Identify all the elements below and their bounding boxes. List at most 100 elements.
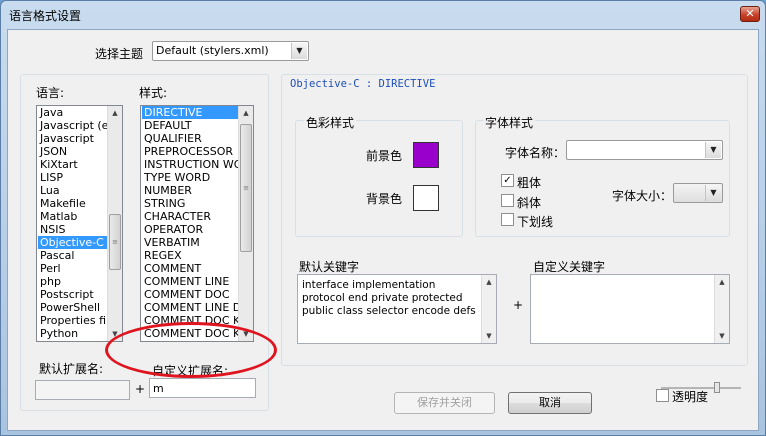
font-name-select[interactable]: ▼ bbox=[566, 140, 723, 160]
language-scroll-thumb[interactable]: ≡ bbox=[109, 214, 121, 270]
style-list-item[interactable]: COMMENT LINE DC bbox=[142, 301, 238, 314]
underline-checkbox[interactable] bbox=[501, 213, 514, 226]
style-list-item[interactable]: REGEX bbox=[142, 249, 238, 262]
user-keywords-box[interactable]: ▲ ▼ bbox=[530, 274, 730, 344]
default-keywords-box[interactable]: interface implementation protocol end pr… bbox=[297, 274, 497, 344]
language-list-item[interactable]: Javascript bbox=[38, 132, 107, 145]
language-list-item[interactable]: Javascript (em bbox=[38, 119, 107, 132]
style-label: 样式: bbox=[139, 86, 168, 100]
language-list-item[interactable]: JSON bbox=[38, 145, 107, 158]
style-list[interactable]: DIRECTIVE DEFAULT QUALIFIER PREPROCESSOR INS… bbox=[140, 105, 254, 342]
transparency-slider-track[interactable] bbox=[661, 387, 741, 389]
italic-label: 斜体 bbox=[517, 196, 542, 210]
style-scroll-thumb[interactable]: ≡ bbox=[240, 124, 252, 252]
scroll-down-icon[interactable]: ▼ bbox=[715, 329, 729, 343]
style-list-item[interactable]: DEFAULT bbox=[142, 119, 238, 132]
scroll-up-icon[interactable]: ▲ bbox=[482, 275, 496, 289]
foreground-color-swatch[interactable] bbox=[413, 142, 439, 168]
dialog-window: 语言格式设置 ✕ 选择主题 Default (stylers.xml) ▼ 语言… bbox=[0, 0, 766, 436]
style-list-item[interactable]: NUMBER bbox=[142, 184, 238, 197]
language-list[interactable]: JavaJavascript (emJavascriptJSONKiXtartL… bbox=[36, 105, 123, 342]
language-list-item[interactable]: Makefile bbox=[38, 197, 107, 210]
theme-select[interactable]: Default (stylers.xml) ▼ bbox=[152, 41, 309, 61]
default-keywords-label: 默认关键字 bbox=[299, 260, 360, 274]
font-size-select[interactable]: ▼ bbox=[673, 183, 723, 203]
style-list-item[interactable]: STRING bbox=[142, 197, 238, 210]
foreground-label: 前景色 bbox=[366, 149, 403, 163]
scroll-up-icon[interactable]: ▲ bbox=[715, 275, 729, 289]
user-keywords-scrollbar[interactable]: ▲ ▼ bbox=[714, 275, 729, 343]
font-name-label: 字体名称： bbox=[505, 146, 566, 160]
panel-title: Objective-C : DIRECTIVE bbox=[290, 78, 436, 90]
scroll-up-icon[interactable]: ▲ bbox=[108, 106, 122, 120]
window-title: 语言格式设置 bbox=[9, 9, 82, 23]
transparency-label: 透明度 bbox=[672, 390, 709, 404]
grip-icon: ≡ bbox=[112, 238, 118, 246]
style-list-item[interactable]: CHARACTER bbox=[142, 210, 238, 223]
theme-select-value: Default (stylers.xml) bbox=[156, 44, 269, 57]
grip-icon: ≡ bbox=[243, 184, 249, 192]
keywords-plus-sign: + bbox=[513, 298, 524, 312]
cancel-button[interactable]: 取消 bbox=[508, 392, 592, 414]
underline-label: 下划线 bbox=[517, 215, 554, 229]
style-list-item[interactable]: DIRECTIVE bbox=[142, 106, 238, 119]
style-list-item[interactable]: VERBATIM bbox=[142, 236, 238, 249]
language-label: 语言: bbox=[36, 86, 65, 100]
language-list-item[interactable]: Matlab bbox=[38, 210, 107, 223]
user-ext-input[interactable]: m bbox=[149, 378, 256, 398]
theme-label: 选择主题 bbox=[95, 47, 144, 61]
transparency-checkbox[interactable] bbox=[656, 389, 669, 402]
language-list-item[interactable]: KiXtart bbox=[38, 158, 107, 171]
user-ext-value: m bbox=[153, 382, 164, 395]
style-list-item[interactable]: PREPROCESSOR bbox=[142, 145, 238, 158]
bold-label: 粗体 bbox=[517, 176, 542, 190]
language-list-item[interactable]: Lua bbox=[38, 184, 107, 197]
default-keywords-scrollbar[interactable]: ▲ ▼ bbox=[481, 275, 496, 343]
language-list-item[interactable]: PowerShell bbox=[38, 301, 107, 314]
language-list-item[interactable]: Pascal bbox=[38, 249, 107, 262]
style-list-items: DIRECTIVE DEFAULT QUALIFIER PREPROCESSOR INS… bbox=[142, 106, 238, 340]
style-list-item[interactable]: OPERATOR bbox=[142, 223, 238, 236]
style-list-item[interactable]: INSTRUCTION WOI bbox=[142, 158, 238, 171]
scroll-down-icon[interactable]: ▼ bbox=[482, 329, 496, 343]
default-ext-label: 默认扩展名: bbox=[39, 362, 104, 376]
title-bar[interactable]: 语言格式设置 ✕ bbox=[1, 1, 765, 29]
language-list-item[interactable]: Postscript bbox=[38, 288, 107, 301]
save-and-close-button[interactable]: 保存并关闭 bbox=[394, 392, 495, 414]
red-annotation-ellipse bbox=[105, 322, 277, 378]
language-scrollbar[interactable]: ▲ ≡ ▼ bbox=[107, 106, 122, 341]
chevron-down-icon: ▼ bbox=[705, 142, 721, 158]
close-icon: ✕ bbox=[745, 7, 755, 20]
font-size-label: 字体大小： bbox=[612, 189, 673, 203]
language-list-item[interactable]: php bbox=[38, 275, 107, 288]
style-list-item[interactable]: COMMENT LINE bbox=[142, 275, 238, 288]
language-list-item[interactable]: LISP bbox=[38, 171, 107, 184]
default-ext-field bbox=[35, 380, 130, 400]
transparency-slider-thumb[interactable] bbox=[714, 382, 720, 393]
scroll-up-icon[interactable]: ▲ bbox=[239, 106, 253, 120]
italic-checkbox[interactable] bbox=[501, 194, 514, 207]
style-list-item[interactable]: QUALIFIER bbox=[142, 132, 238, 145]
language-list-item[interactable]: Objective-C bbox=[38, 236, 107, 249]
colour-style-group bbox=[295, 120, 463, 237]
check-icon: ✓ bbox=[503, 175, 512, 186]
language-list-item[interactable]: NSIS bbox=[38, 223, 107, 236]
user-keywords-label: 自定义关键字 bbox=[533, 260, 606, 274]
language-list-item[interactable]: Properties file bbox=[38, 314, 107, 327]
language-list-items: JavaJavascript (emJavascriptJSONKiXtartL… bbox=[38, 106, 107, 340]
language-list-item[interactable]: Python bbox=[38, 327, 107, 340]
style-list-item[interactable]: TYPE WORD bbox=[142, 171, 238, 184]
style-scrollbar[interactable]: ▲ ≡ ▼ bbox=[238, 106, 253, 341]
colour-style-title: 色彩样式 bbox=[304, 114, 357, 131]
font-style-title: 字体样式 bbox=[483, 114, 536, 131]
background-color-swatch[interactable] bbox=[413, 185, 439, 211]
chevron-down-icon: ▼ bbox=[705, 185, 721, 201]
dialog-client: 选择主题 Default (stylers.xml) ▼ 语言: 样式: Jav… bbox=[7, 29, 759, 431]
bold-checkbox[interactable]: ✓ bbox=[501, 174, 514, 187]
chevron-down-icon: ▼ bbox=[291, 43, 307, 59]
close-button[interactable]: ✕ bbox=[740, 6, 760, 22]
style-list-item[interactable]: COMMENT bbox=[142, 262, 238, 275]
language-list-item[interactable]: Java bbox=[38, 106, 107, 119]
language-list-item[interactable]: Perl bbox=[38, 262, 107, 275]
style-list-item[interactable]: COMMENT DOC bbox=[142, 288, 238, 301]
